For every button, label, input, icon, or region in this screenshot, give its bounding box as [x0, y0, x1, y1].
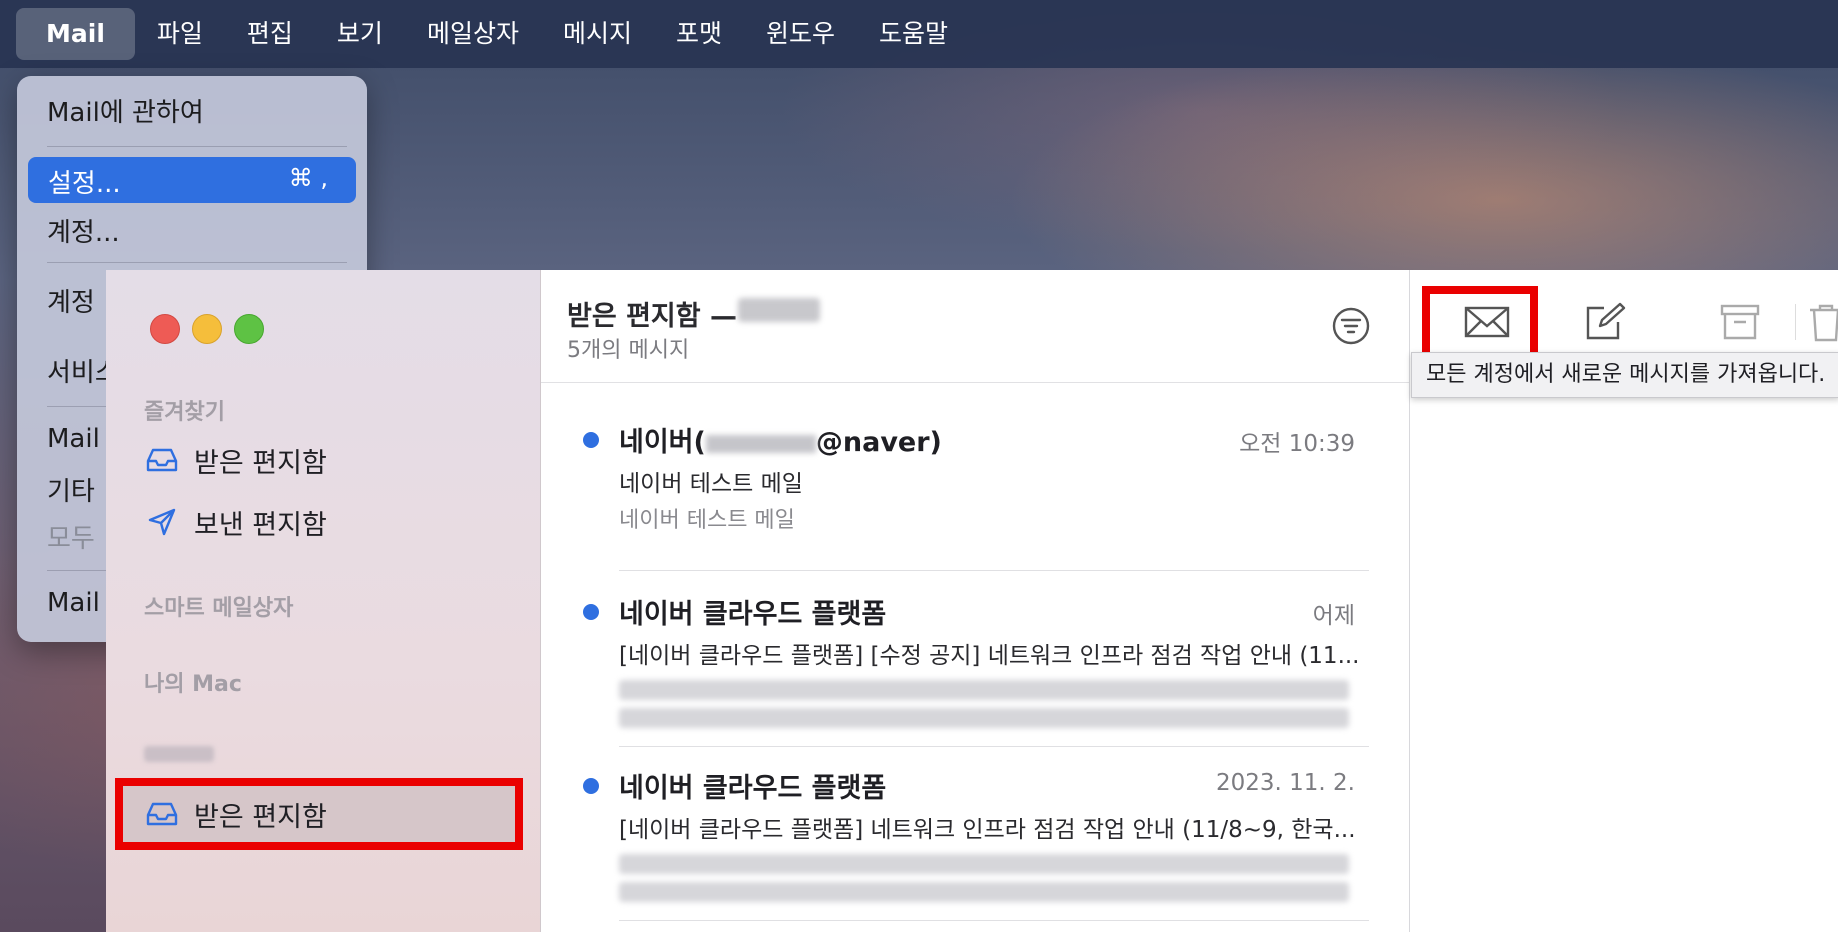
message-date: 2023. 11. 2.	[1216, 770, 1355, 796]
unread-dot	[583, 432, 599, 448]
message-subject: 네이버 테스트 메일	[619, 471, 803, 497]
mailbox-title: 받은 편지함 —	[567, 301, 737, 332]
sent-icon	[144, 507, 180, 537]
message-subject: [네이버 클라우드 플랫폼] [수정 공지] 네트워크 인프라 점검 작업 안내…	[619, 643, 1360, 669]
list-divider	[619, 570, 1369, 571]
menu-separator	[47, 146, 347, 147]
menu-bar: Mail 파일 편집 보기 메일상자 메시지 포맷 윈도우 도움말	[0, 0, 1838, 68]
menu-item-settings-label: 설정...	[48, 169, 121, 199]
sidebar-item-label: 보낸 편지함	[194, 509, 327, 541]
menu-item-about[interactable]: Mail에 관하여	[47, 92, 204, 129]
trash-icon[interactable]	[1806, 302, 1838, 342]
message-preview: 네이버 테스트 메일	[619, 508, 795, 533]
menu-item-settings[interactable]: 설정... ⌘ ,	[28, 157, 356, 203]
highlight-box-account-inbox	[115, 778, 523, 850]
sidebar: 즐겨찾기 받은 편지함 보낸 편지함 스마트 메일상자 나의 Mac 받은 편지…	[106, 270, 541, 932]
unread-dot	[583, 778, 599, 794]
menu-item-hide-mail[interactable]: Mail	[47, 424, 100, 454]
message-preview-redacted	[619, 882, 1349, 902]
menu-item-quit[interactable]: Mail	[47, 588, 100, 618]
get-mail-tooltip: 모든 계정에서 새로운 메시지를 가져옵니다.	[1411, 352, 1838, 398]
menu-item-accounts[interactable]: 계정...	[47, 212, 120, 249]
archive-icon[interactable]	[1716, 302, 1766, 342]
menu-message[interactable]: 메시지	[541, 8, 654, 60]
menu-help[interactable]: 도움말	[857, 8, 970, 60]
sender-suffix: @naver)	[815, 427, 942, 458]
menu-separator	[47, 262, 347, 263]
menu-format[interactable]: 포맷	[654, 8, 744, 60]
mail-window: 즐겨찾기 받은 편지함 보낸 편지함 스마트 메일상자 나의 Mac 받은 편지…	[106, 270, 1838, 932]
sidebar-item-inbox[interactable]: 받은 편지함	[144, 440, 327, 480]
on-my-mac-header: 나의 Mac	[144, 672, 242, 697]
zoom-window-button[interactable]	[234, 314, 264, 344]
message-subject: [네이버 클라우드 플랫폼] 네트워크 인프라 점검 작업 안내 (11/8~9…	[619, 817, 1356, 843]
menu-item-hide-others[interactable]: 기타	[47, 471, 95, 508]
highlight-box-get-mail	[1422, 286, 1538, 362]
menu-view[interactable]: 보기	[315, 8, 405, 60]
message-preview-redacted	[619, 680, 1349, 700]
mailbox-account-redacted	[738, 298, 820, 322]
message-date: 오전 10:39	[1239, 431, 1355, 457]
menu-window[interactable]: 윈도우	[744, 8, 857, 60]
message-count: 5개의 메시지	[567, 338, 690, 363]
menu-mailbox[interactable]: 메일상자	[405, 8, 541, 60]
message-preview-redacted	[619, 854, 1349, 874]
message-date: 어제	[1312, 603, 1355, 629]
smart-mailboxes-header: 스마트 메일상자	[144, 596, 294, 621]
inbox-icon	[144, 445, 180, 475]
sender-prefix: 네이버(	[619, 427, 706, 458]
message-sender: 네이버( @naver)	[619, 420, 942, 459]
message-list: 받은 편지함 — 5개의 메시지 네이버( @naver) 오전 10:39 네이…	[541, 270, 1410, 932]
viewer-toolbar	[1410, 270, 1838, 362]
message-sender: 네이버 클라우드 플랫폼	[619, 773, 887, 804]
message-sender: 네이버 클라우드 플랫폼	[619, 599, 887, 630]
favorites-header: 즐겨찾기	[144, 400, 225, 425]
sidebar-item-sent[interactable]: 보낸 편지함	[144, 502, 327, 542]
close-window-button[interactable]	[150, 314, 180, 344]
list-divider	[619, 920, 1369, 921]
sender-redacted	[705, 434, 816, 453]
menu-item-show-all: 모두	[47, 524, 95, 554]
toolbar-divider	[1795, 304, 1796, 340]
minimize-window-button[interactable]	[192, 314, 222, 344]
menu-file[interactable]: 파일	[135, 8, 225, 60]
menu-edit[interactable]: 편집	[225, 8, 315, 60]
unread-dot	[583, 604, 599, 620]
account-name-redacted	[144, 746, 214, 762]
menu-item-accounts-submenu[interactable]: 계정	[47, 282, 95, 319]
settings-shortcut: ⌘ ,	[288, 164, 328, 192]
apple-menu-icon[interactable]	[0, 0, 14, 68]
list-divider	[619, 746, 1369, 747]
message-preview-redacted	[619, 708, 1349, 728]
sidebar-item-label: 받은 편지함	[194, 447, 327, 479]
compose-icon[interactable]	[1580, 302, 1630, 342]
menu-mail[interactable]: Mail	[16, 8, 135, 60]
message-list-header: 받은 편지함 — 5개의 메시지	[541, 270, 1409, 383]
filter-icon[interactable]	[1331, 306, 1371, 346]
